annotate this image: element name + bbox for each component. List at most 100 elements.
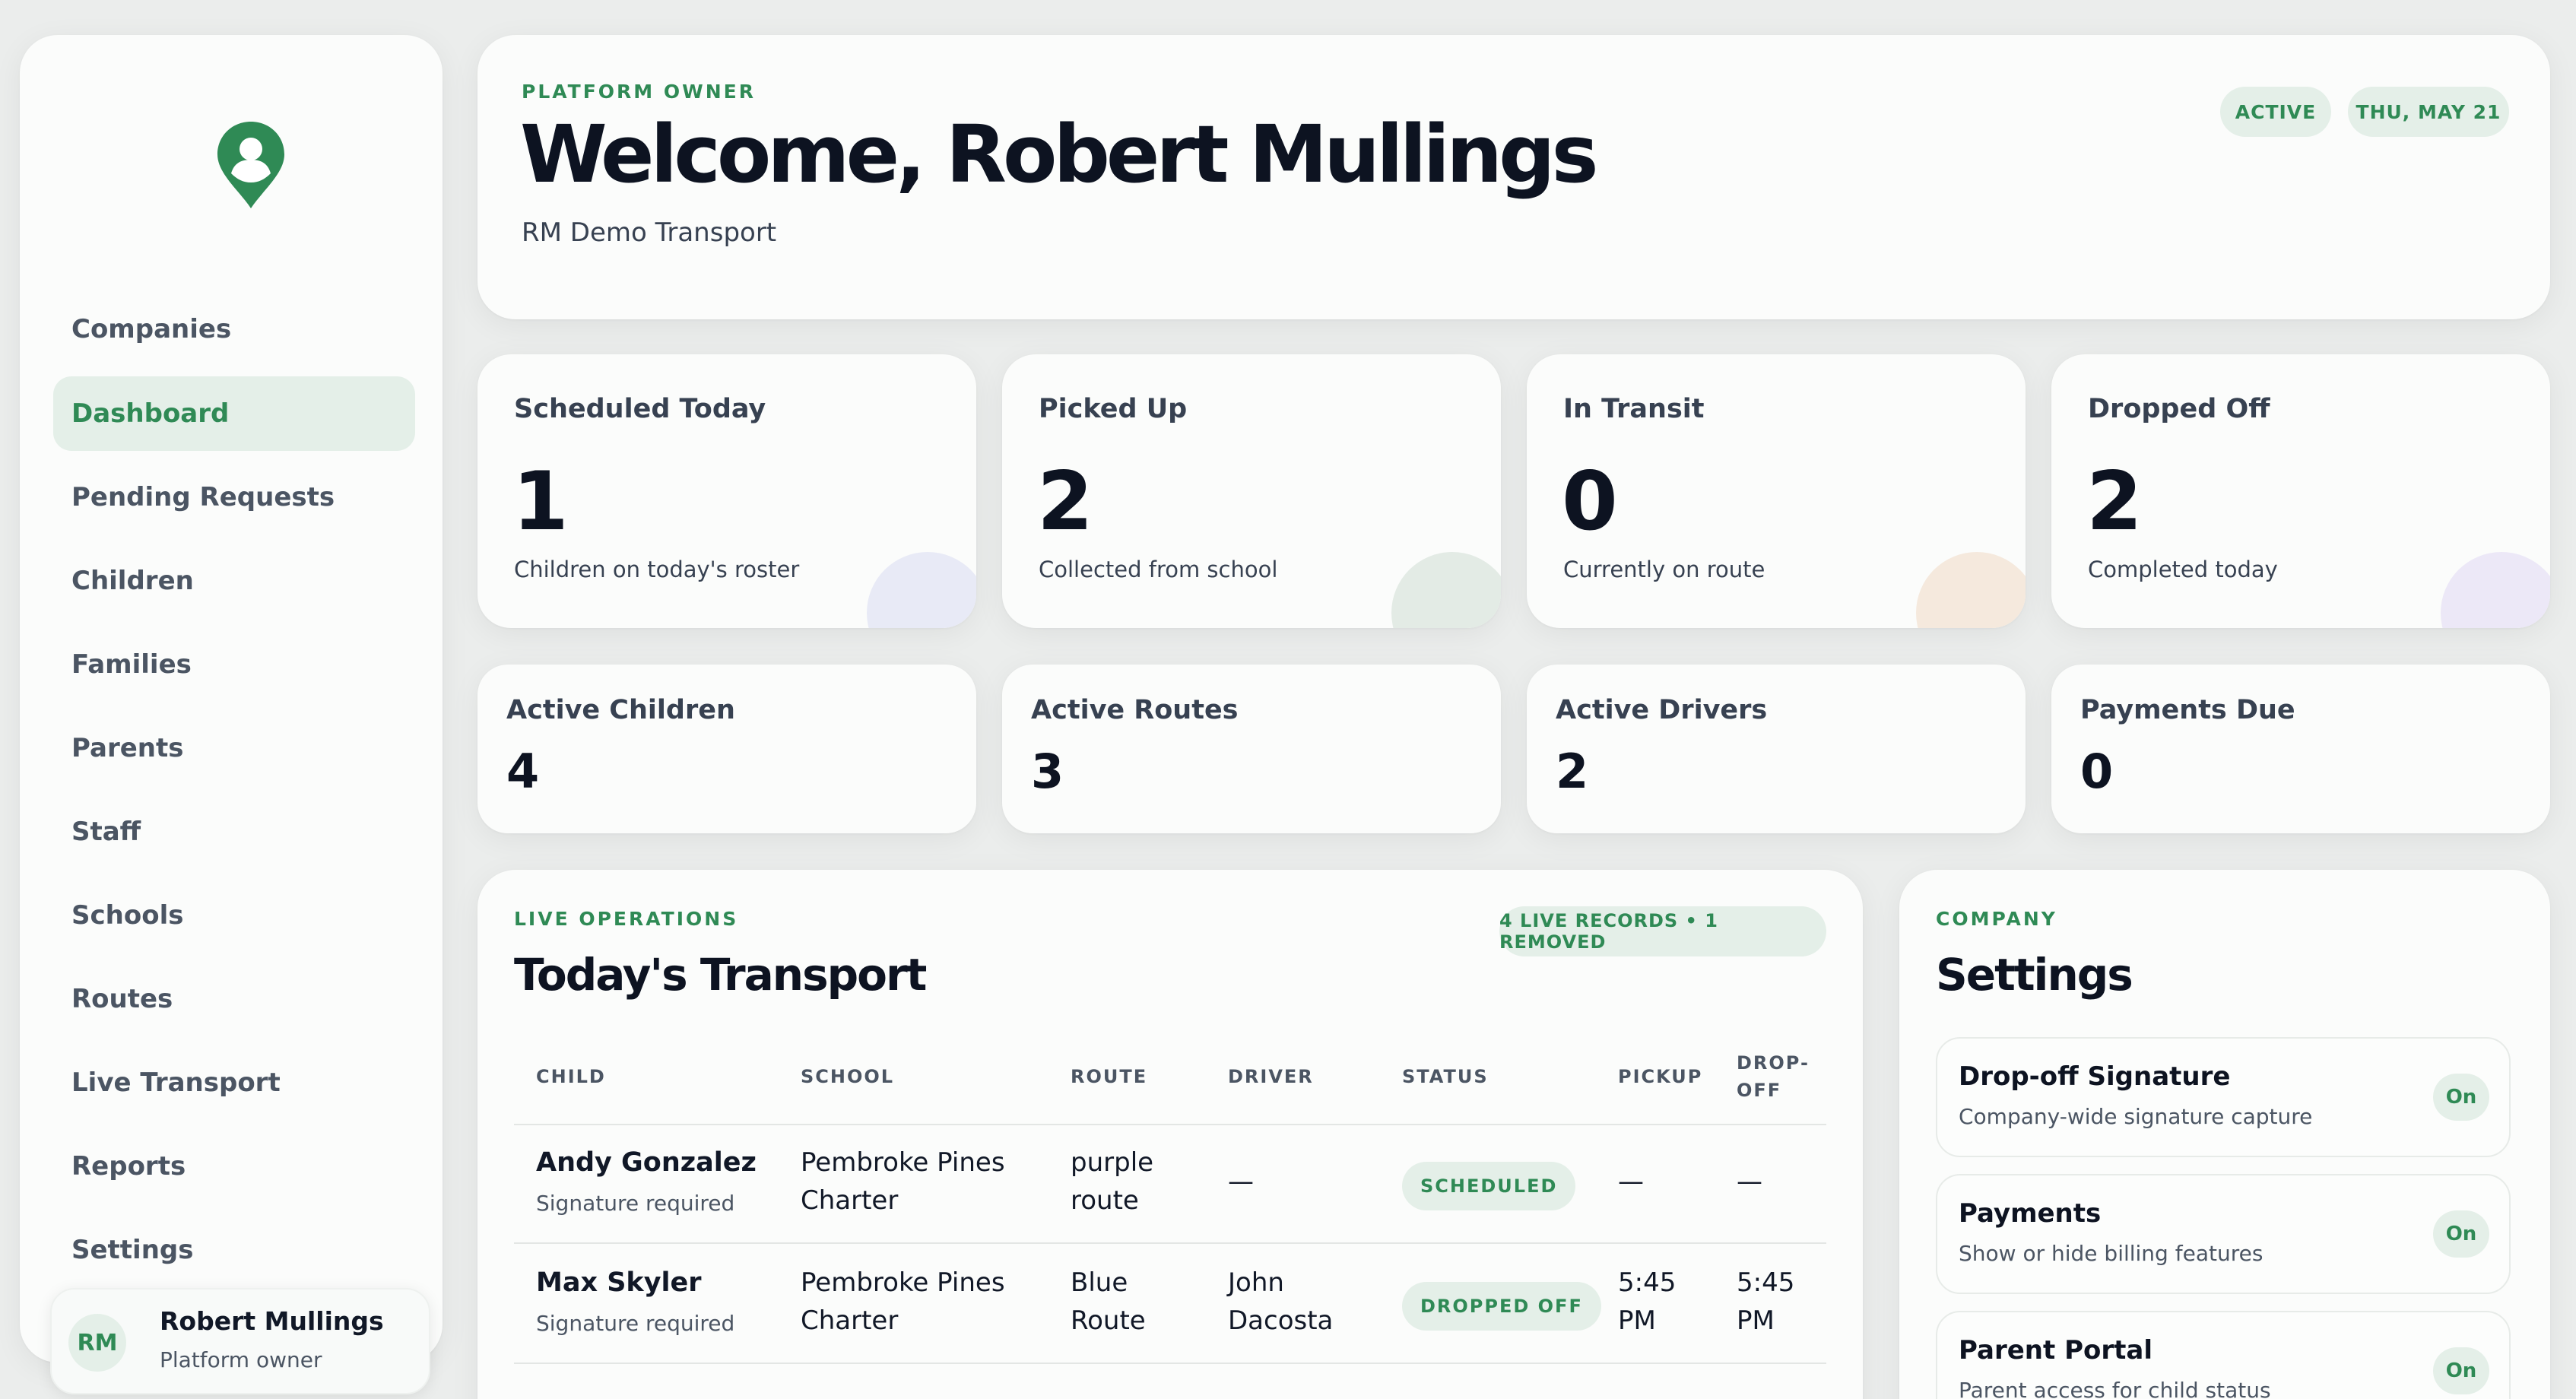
column-header-child[interactable]: CHILD	[536, 1066, 606, 1087]
status-badge: ACTIVE	[2220, 87, 2331, 137]
stat-value: 0	[1562, 455, 1618, 548]
avatar: RM	[68, 1314, 126, 1372]
column-header-school[interactable]: SCHOOL	[801, 1066, 894, 1087]
setting-toggle[interactable]: On	[2433, 1074, 2489, 1121]
date-badge: THU, MAY 21	[2348, 87, 2509, 137]
pickup-line2: PM	[1618, 1305, 1656, 1336]
school-line2: Charter	[801, 1305, 899, 1336]
stat-label: In Transit	[1563, 394, 1705, 424]
setting-toggle[interactable]: On	[2433, 1347, 2489, 1394]
table-divider	[514, 1242, 1826, 1244]
stat-card-dropped-off: Dropped Off 2 Completed today	[2051, 354, 2550, 628]
column-header-dropoff[interactable]: DROP- OFF	[1737, 1052, 1810, 1101]
sidebar-item-live-transport[interactable]: Live Transport	[53, 1045, 415, 1120]
driver-line1: —	[1228, 1166, 1254, 1197]
sidebar-item-routes[interactable]: Routes	[53, 962, 415, 1036]
stat-label: Scheduled Today	[514, 394, 766, 424]
mini-stat-value: 3	[1031, 744, 1064, 799]
dropoff-line1: —	[1737, 1166, 1762, 1197]
header-eyebrow: PLATFORM OWNER	[522, 81, 756, 103]
stat-card-scheduled-today: Scheduled Today 1 Children on today's ro…	[477, 354, 976, 628]
stat-subtitle: Children on today's roster	[514, 557, 800, 582]
decorative-circle	[867, 552, 976, 628]
sidebar-item-pending-requests[interactable]: Pending Requests	[53, 460, 415, 535]
stat-value: 1	[512, 455, 569, 548]
school-cell: Pembroke Pines Charter	[801, 1144, 1005, 1220]
setting-title: Payments	[1959, 1198, 2102, 1229]
sidebar-item-reports[interactable]: Reports	[53, 1129, 415, 1204]
child-note: Signature required	[536, 1311, 735, 1336]
mini-stat-label: Active Routes	[1031, 695, 1239, 725]
stat-subtitle: Completed today	[2088, 557, 2278, 582]
route-cell: purple route	[1071, 1144, 1153, 1220]
decorative-circle	[1916, 552, 2026, 628]
setting-payments[interactable]: Payments Show or hide billing features O…	[1936, 1174, 2511, 1294]
decorative-circle	[2441, 552, 2550, 628]
mini-stat-value: 4	[506, 744, 540, 799]
sidebar-item-settings[interactable]: Settings	[53, 1213, 415, 1287]
pickup-cell: 5:45 PM	[1618, 1264, 1676, 1340]
sidebar-item-parents[interactable]: Parents	[53, 711, 415, 785]
setting-title: Parent Portal	[1959, 1335, 2152, 1366]
pickup-line1: —	[1618, 1166, 1644, 1197]
column-header-dropoff-line1: DROP-	[1737, 1052, 1810, 1074]
child-note: Signature required	[536, 1191, 735, 1216]
setting-dropoff-signature[interactable]: Drop-off Signature Company-wide signatur…	[1936, 1037, 2511, 1157]
user-role: Platform owner	[160, 1347, 322, 1372]
mini-stat-active-drivers: Active Drivers 2	[1527, 665, 2026, 833]
setting-title: Drop-off Signature	[1959, 1061, 2231, 1092]
column-header-pickup[interactable]: PICKUP	[1618, 1066, 1702, 1087]
mini-stat-value: 0	[2080, 744, 2114, 799]
settings-eyebrow: COMPANY	[1936, 908, 2057, 930]
route-cell: Blue Route	[1071, 1264, 1146, 1340]
driver-cell: —	[1228, 1163, 1254, 1201]
stat-value: 2	[1037, 455, 1093, 548]
column-header-status[interactable]: STATUS	[1402, 1066, 1489, 1087]
sidebar-item-schools[interactable]: Schools	[53, 878, 415, 953]
sidebar-item-families[interactable]: Families	[53, 627, 415, 702]
table-divider	[514, 1363, 1826, 1364]
map-pin-person-icon	[217, 122, 284, 208]
child-name[interactable]: Max Skyler	[536, 1264, 702, 1302]
table-divider	[514, 1124, 1826, 1125]
school-line2: Charter	[801, 1185, 899, 1216]
sidebar-item-staff[interactable]: Staff	[53, 795, 415, 869]
school-line1: Pembroke Pines	[801, 1147, 1005, 1178]
stat-value: 2	[2086, 455, 2143, 548]
pickup-cell: —	[1618, 1163, 1644, 1201]
user-profile-chip[interactable]: RM Robert Mullings Platform owner	[50, 1288, 430, 1394]
pickup-line1: 5:45	[1618, 1267, 1677, 1298]
stat-card-in-transit: In Transit 0 Currently on route	[1527, 354, 2026, 628]
sidebar-item-companies[interactable]: Companies	[53, 292, 415, 366]
user-name: Robert Mullings	[160, 1306, 384, 1336]
mini-stat-label: Payments Due	[2080, 695, 2295, 725]
child-name[interactable]: Andy Gonzalez	[536, 1144, 757, 1182]
stat-subtitle: Currently on route	[1563, 557, 1765, 582]
driver-line1: John	[1228, 1267, 1284, 1298]
stat-label: Dropped Off	[2088, 394, 2270, 424]
status-badge: DROPPED OFF	[1402, 1282, 1601, 1331]
column-header-driver[interactable]: DRIVER	[1228, 1066, 1314, 1087]
stat-subtitle: Collected from school	[1039, 557, 1278, 582]
setting-description: Show or hide billing features	[1959, 1241, 2264, 1266]
stat-label: Picked Up	[1039, 394, 1188, 424]
mini-stat-value: 2	[1556, 744, 1589, 799]
column-header-route[interactable]: ROUTE	[1071, 1066, 1147, 1087]
mini-stat-label: Active Drivers	[1556, 695, 1768, 725]
setting-parent-portal[interactable]: Parent Portal Parent access for child st…	[1936, 1311, 2511, 1399]
route-line1: Blue	[1071, 1267, 1128, 1298]
setting-toggle[interactable]: On	[2433, 1210, 2489, 1258]
route-line2: Route	[1071, 1305, 1146, 1336]
route-line1: purple	[1071, 1147, 1154, 1178]
sidebar-item-dashboard[interactable]: Dashboard	[53, 376, 415, 451]
todays-transport-panel: LIVE OPERATIONS Today's Transport 4 LIVE…	[477, 870, 1863, 1399]
decorative-circle	[1391, 552, 1501, 628]
welcome-header: PLATFORM OWNER Welcome, Robert Mullings …	[477, 35, 2550, 319]
dropoff-line1: 5:45	[1737, 1267, 1795, 1298]
sidebar-item-children[interactable]: Children	[53, 544, 415, 618]
stat-card-picked-up: Picked Up 2 Collected from school	[1002, 354, 1501, 628]
setting-description: Parent access for child status	[1959, 1378, 2271, 1399]
transport-eyebrow: LIVE OPERATIONS	[514, 908, 739, 930]
mini-stat-active-routes: Active Routes 3	[1002, 665, 1501, 833]
school-line1: Pembroke Pines	[801, 1267, 1005, 1298]
